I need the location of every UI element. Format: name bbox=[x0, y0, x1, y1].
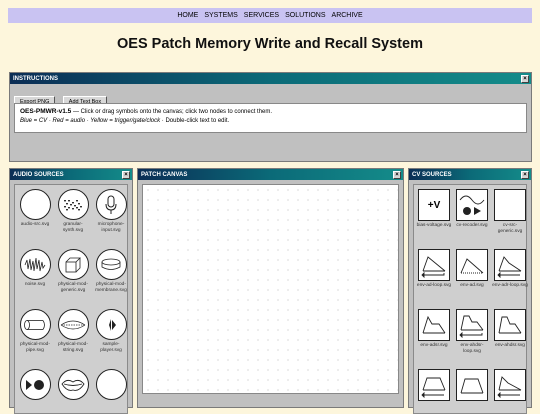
audio-sources-titlebar[interactable]: AUDIO SOURCES × bbox=[10, 169, 132, 180]
instructions-text: OES-PMWR-v1.5 — Click or drag symbols on… bbox=[14, 103, 527, 133]
cv-symbol-cv-src-generic[interactable]: cv-src-generic.svg bbox=[492, 189, 528, 234]
cv-recorder-icon bbox=[456, 189, 488, 221]
symbol-label: microphone-input.svg bbox=[97, 222, 125, 233]
nav-services[interactable]: SERVICES bbox=[244, 12, 279, 19]
symbol-label: physical-mod-pipe.svg bbox=[20, 342, 50, 353]
symbol-label: audio-src.svg bbox=[20, 222, 50, 227]
audio-sources-close-button[interactable]: × bbox=[122, 170, 130, 179]
audio-symbol-lips[interactable] bbox=[55, 369, 91, 402]
nav-archive[interactable]: ARCHIVE bbox=[332, 12, 363, 19]
cv-symbol-env-ahdsr[interactable]: env-ahdsr.svg bbox=[492, 309, 528, 349]
cv-sources-close-button[interactable]: × bbox=[521, 170, 529, 179]
patch-canvas-titlebar[interactable]: PATCH CANVAS × bbox=[138, 169, 403, 180]
cv-sources-window: CV SOURCES × +V bias-voltage.svg cv-reco… bbox=[408, 168, 532, 414]
symbol-label: granular-synth.svg bbox=[62, 222, 84, 233]
symbol-label: env-ahdsr-loop.svg bbox=[460, 343, 484, 354]
symbol-label: cv-recoder.svg bbox=[456, 223, 488, 228]
cv-symbol-env-adr-loop[interactable]: env-adr-loop.svg bbox=[492, 249, 528, 289]
microphone-icon bbox=[95, 189, 127, 220]
audio-symbol-physical-mod-membrane[interactable]: physical-mod-membrane.svg bbox=[93, 249, 129, 293]
cv-sources-title: CV SOURCES bbox=[412, 171, 452, 178]
audio-symbol-trigger-dot[interactable] bbox=[17, 369, 53, 402]
audio-sources-window: AUDIO SOURCES × audio-src.svg granular-s… bbox=[9, 168, 133, 414]
blank-circle-icon bbox=[19, 189, 51, 220]
audio-symbol-microphone-input[interactable]: microphone-input.svg bbox=[93, 189, 129, 233]
symbol-label: env-adsr.svg bbox=[420, 343, 448, 348]
cv-symbol-env-adsr[interactable]: env-adsr.svg bbox=[416, 309, 452, 349]
granular-icon bbox=[57, 189, 89, 220]
cv-symbol-env-ahdsr-loop[interactable]: env-ahdsr-loop.svg bbox=[454, 309, 490, 354]
string-icon bbox=[57, 309, 89, 340]
env-icon bbox=[456, 369, 488, 401]
symbol-label: env-ad.svg bbox=[460, 283, 484, 288]
audio-sources-title: AUDIO SOURCES bbox=[13, 171, 64, 178]
env-ahdsr-icon bbox=[494, 309, 526, 341]
legend-tail: · Double-click text to edit. bbox=[160, 118, 230, 124]
cv-symbol-bias-voltage[interactable]: +V bias-voltage.svg bbox=[416, 189, 452, 229]
cv-symbol-env-loop-a[interactable] bbox=[416, 369, 452, 403]
symbol-label: physical-mod-membrane.svg bbox=[95, 282, 127, 293]
env-adsr-icon bbox=[418, 309, 450, 341]
noise-icon bbox=[19, 249, 51, 280]
cv-symbol-env-b[interactable] bbox=[454, 369, 490, 403]
env-ad-loop-icon bbox=[418, 249, 450, 281]
patch-canvas-title: PATCH CANVAS bbox=[141, 171, 188, 178]
nav-solutions[interactable]: SOLUTIONS bbox=[285, 12, 325, 19]
audio-sources-list: audio-src.svg granular-synth.svg microph… bbox=[14, 184, 128, 414]
symbol-label: cv-src-generic.svg bbox=[497, 223, 523, 234]
instructions-title: INSTRUCTIONS bbox=[13, 75, 58, 82]
audio-symbol-audio-src[interactable]: audio-src.svg bbox=[17, 189, 53, 228]
cv-symbol-env-ad-loop[interactable]: env-ad-loop.svg bbox=[416, 249, 452, 289]
cv-symbol-env-ad[interactable]: env-ad.svg bbox=[454, 249, 490, 289]
audio-symbol-noise[interactable]: noise.svg bbox=[17, 249, 53, 288]
instructions-close-button[interactable]: × bbox=[521, 74, 529, 83]
audio-symbol-blank[interactable] bbox=[93, 369, 129, 402]
color-legend: Blue = CV · Red = audio · Yellow = trigg… bbox=[20, 118, 161, 124]
blank-square-icon bbox=[494, 189, 526, 221]
symbol-label: physical-mod-string.svg bbox=[58, 342, 88, 353]
cv-sources-titlebar[interactable]: CV SOURCES × bbox=[409, 169, 531, 180]
symbol-label: noise.svg bbox=[24, 282, 46, 287]
cv-symbol-cv-recorder[interactable]: cv-recoder.svg bbox=[454, 189, 490, 229]
nav-systems[interactable]: SYSTEMS bbox=[204, 12, 237, 19]
patch-canvas-close-button[interactable]: × bbox=[393, 170, 401, 179]
bias-voltage-icon: +V bbox=[418, 189, 450, 221]
top-nav: HOME SYSTEMS SERVICES SOLUTIONS ARCHIVE bbox=[8, 8, 532, 23]
cube-icon bbox=[57, 249, 89, 280]
lips-icon bbox=[57, 369, 89, 400]
patch-canvas[interactable] bbox=[142, 184, 399, 394]
cv-symbol-env-loop-c[interactable] bbox=[492, 369, 528, 403]
symbol-label: env-ad-loop.svg bbox=[416, 283, 452, 288]
page-title: OES Patch Memory Write and Recall System bbox=[117, 36, 423, 52]
bias-voltage-text: +V bbox=[427, 199, 441, 211]
env-loop-icon bbox=[494, 369, 526, 401]
nav-home[interactable]: HOME bbox=[177, 12, 198, 19]
audio-symbol-granular-synth[interactable]: granular-synth.svg bbox=[55, 189, 91, 233]
symbol-label: physical-mod-generic.svg bbox=[58, 282, 88, 293]
symbol-label: env-adr-loop.svg bbox=[492, 283, 528, 288]
patch-canvas-window: PATCH CANVAS × bbox=[137, 168, 404, 408]
env-loop-icon bbox=[418, 369, 450, 401]
env-adr-loop-icon bbox=[494, 249, 526, 281]
audio-symbol-physical-mod-pipe[interactable]: physical-mod-pipe.svg bbox=[17, 309, 53, 353]
version-label: OES-PMWR-v1.5 bbox=[20, 108, 72, 115]
symbol-label: sample-player.svg bbox=[100, 342, 122, 353]
sample-player-icon bbox=[95, 309, 127, 340]
audio-symbol-physical-mod-string[interactable]: physical-mod-string.svg bbox=[55, 309, 91, 353]
drum-icon bbox=[95, 249, 127, 280]
env-ad-icon bbox=[456, 249, 488, 281]
blank-circle-icon bbox=[95, 369, 127, 400]
audio-symbol-sample-player[interactable]: sample-player.svg bbox=[93, 309, 129, 353]
pipe-icon bbox=[19, 309, 51, 340]
instructions-window: INSTRUCTIONS × Export PNG Add Text Box O… bbox=[9, 72, 532, 162]
instructions-titlebar[interactable]: INSTRUCTIONS × bbox=[10, 73, 531, 84]
cv-sources-list: +V bias-voltage.svg cv-recoder.svg cv-sr… bbox=[413, 184, 528, 414]
trigger-dot-icon bbox=[19, 369, 51, 400]
env-ahdsr-loop-icon bbox=[456, 309, 488, 341]
instructions-line: — Click or drag symbols onto the canvas;… bbox=[71, 109, 273, 115]
symbol-label: bias-voltage.svg bbox=[416, 223, 452, 228]
symbol-label: env-ahdsr.svg bbox=[495, 343, 525, 348]
audio-symbol-physical-mod-generic[interactable]: physical-mod-generic.svg bbox=[55, 249, 91, 293]
